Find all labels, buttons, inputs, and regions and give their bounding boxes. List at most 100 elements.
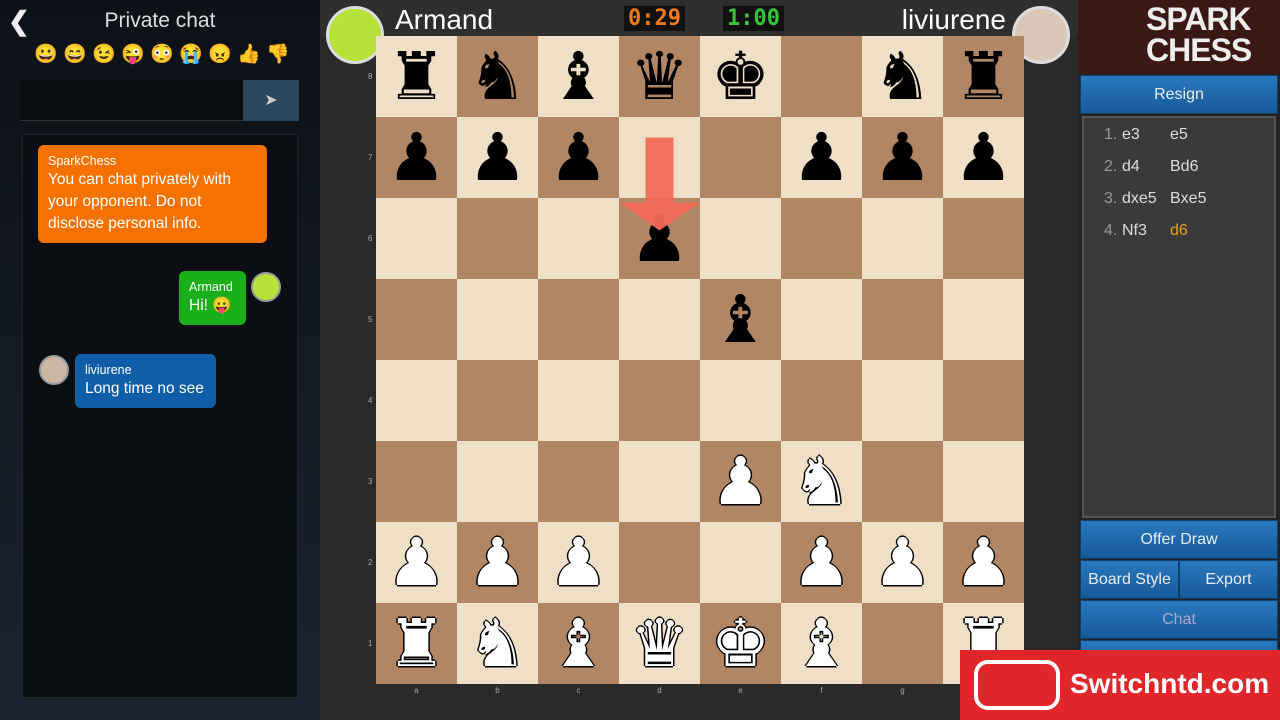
square-f4[interactable] <box>781 360 862 441</box>
square-g7[interactable]: ♟ <box>862 117 943 198</box>
square-h7[interactable]: ♟ <box>943 117 1024 198</box>
square-c7[interactable]: ♟ <box>538 117 619 198</box>
emoji-grin-icon[interactable]: 😀 <box>34 42 58 66</box>
square-a4[interactable] <box>376 360 457 441</box>
square-e8[interactable]: ♚ <box>700 36 781 117</box>
square-b3[interactable] <box>457 441 538 522</box>
square-a7[interactable]: ♟ <box>376 117 457 198</box>
emoji-angry-icon[interactable]: 😠 <box>208 42 232 66</box>
square-h6[interactable] <box>943 198 1024 279</box>
square-a6[interactable] <box>376 198 457 279</box>
black-pawn-piece[interactable]: ♟ <box>387 124 446 191</box>
square-d7[interactable] <box>619 117 700 198</box>
emoji-wink-icon[interactable]: 😉 <box>92 42 116 66</box>
square-b8[interactable]: ♞ <box>457 36 538 117</box>
square-h5[interactable] <box>943 279 1024 360</box>
square-e2[interactable] <box>700 522 781 603</box>
square-h4[interactable] <box>943 360 1024 441</box>
square-c6[interactable] <box>538 198 619 279</box>
square-b7[interactable]: ♟ <box>457 117 538 198</box>
square-a5[interactable] <box>376 279 457 360</box>
emoji-tongue-icon[interactable]: 😜 <box>121 42 145 66</box>
square-g2[interactable]: ♟ <box>862 522 943 603</box>
square-d5[interactable] <box>619 279 700 360</box>
square-e3[interactable]: ♟ <box>700 441 781 522</box>
chat-button[interactable]: Chat <box>1080 600 1278 639</box>
square-f1[interactable]: ♝ <box>781 603 862 684</box>
square-a8[interactable]: ♜ <box>376 36 457 117</box>
emoji-crying-icon[interactable]: 😭 <box>179 42 203 66</box>
square-g4[interactable] <box>862 360 943 441</box>
square-d3[interactable] <box>619 441 700 522</box>
square-h8[interactable]: ♜ <box>943 36 1024 117</box>
square-h2[interactable]: ♟ <box>943 522 1024 603</box>
black-pawn-piece[interactable]: ♟ <box>954 124 1013 191</box>
black-queen-piece[interactable]: ♛ <box>630 43 689 110</box>
white-pawn-piece[interactable]: ♟ <box>954 529 1013 596</box>
black-move[interactable]: e5 <box>1170 126 1188 144</box>
white-move[interactable]: e3 <box>1122 126 1140 144</box>
square-e7[interactable] <box>700 117 781 198</box>
square-d8[interactable]: ♛ <box>619 36 700 117</box>
square-b2[interactable]: ♟ <box>457 522 538 603</box>
square-f6[interactable] <box>781 198 862 279</box>
square-f2[interactable]: ♟ <box>781 522 862 603</box>
black-bishop-piece[interactable]: ♝ <box>549 43 608 110</box>
square-a2[interactable]: ♟ <box>376 522 457 603</box>
square-d6[interactable]: ♟ <box>619 198 700 279</box>
emoji-thumbs-down-icon[interactable]: 👎 <box>266 42 290 66</box>
square-d4[interactable] <box>619 360 700 441</box>
white-pawn-piece[interactable]: ♟ <box>792 529 851 596</box>
black-pawn-piece[interactable]: ♟ <box>630 205 689 272</box>
white-pawn-piece[interactable]: ♟ <box>387 529 446 596</box>
square-a1[interactable]: ♜ <box>376 603 457 684</box>
square-a3[interactable] <box>376 441 457 522</box>
square-d1[interactable]: ♛ <box>619 603 700 684</box>
black-move[interactable]: Bxe5 <box>1170 190 1206 208</box>
black-pawn-piece[interactable]: ♟ <box>468 124 527 191</box>
black-rook-piece[interactable]: ♜ <box>954 43 1013 110</box>
black-rook-piece[interactable]: ♜ <box>387 43 446 110</box>
white-bishop-piece[interactable]: ♝ <box>792 610 851 677</box>
black-bishop-piece[interactable]: ♝ <box>711 286 770 353</box>
square-e1[interactable]: ♚ <box>700 603 781 684</box>
black-pawn-piece[interactable]: ♟ <box>549 124 608 191</box>
square-b5[interactable] <box>457 279 538 360</box>
white-knight-piece[interactable]: ♞ <box>468 610 527 677</box>
black-pawn-piece[interactable]: ♟ <box>873 124 932 191</box>
emoji-flushed-icon[interactable]: 😳 <box>150 42 174 66</box>
move-list[interactable]: 1. e3 e5 2. d4 Bd6 3. dxe5 Bxe5 4. Nf3 d6 <box>1082 116 1276 518</box>
white-pawn-piece[interactable]: ♟ <box>711 448 770 515</box>
square-c5[interactable] <box>538 279 619 360</box>
square-c3[interactable] <box>538 441 619 522</box>
black-king-piece[interactable]: ♚ <box>711 43 770 110</box>
send-button[interactable]: ➤ <box>243 80 299 121</box>
white-pawn-piece[interactable]: ♟ <box>873 529 932 596</box>
square-g6[interactable] <box>862 198 943 279</box>
square-g1[interactable] <box>862 603 943 684</box>
white-pawn-piece[interactable]: ♟ <box>468 529 527 596</box>
white-move[interactable]: dxe5 <box>1122 190 1157 208</box>
white-move[interactable]: Nf3 <box>1122 222 1147 240</box>
square-h3[interactable] <box>943 441 1024 522</box>
square-c2[interactable]: ♟ <box>538 522 619 603</box>
white-move[interactable]: d4 <box>1122 158 1140 176</box>
square-b1[interactable]: ♞ <box>457 603 538 684</box>
square-b6[interactable] <box>457 198 538 279</box>
square-c4[interactable] <box>538 360 619 441</box>
resign-button[interactable]: Resign <box>1080 75 1278 114</box>
white-rook-piece[interactable]: ♜ <box>387 610 446 677</box>
emoji-smile-icon[interactable]: 😄 <box>63 42 87 66</box>
white-queen-piece[interactable]: ♛ <box>630 610 689 677</box>
black-move[interactable]: Bd6 <box>1170 158 1198 176</box>
square-e4[interactable] <box>700 360 781 441</box>
black-knight-piece[interactable]: ♞ <box>873 43 932 110</box>
square-g8[interactable]: ♞ <box>862 36 943 117</box>
square-f3[interactable]: ♞ <box>781 441 862 522</box>
square-g3[interactable] <box>862 441 943 522</box>
square-f5[interactable] <box>781 279 862 360</box>
board-style-button[interactable]: Board Style <box>1080 560 1179 599</box>
square-f7[interactable]: ♟ <box>781 117 862 198</box>
square-e6[interactable] <box>700 198 781 279</box>
emoji-thumbs-up-icon[interactable]: 👍 <box>237 42 261 66</box>
